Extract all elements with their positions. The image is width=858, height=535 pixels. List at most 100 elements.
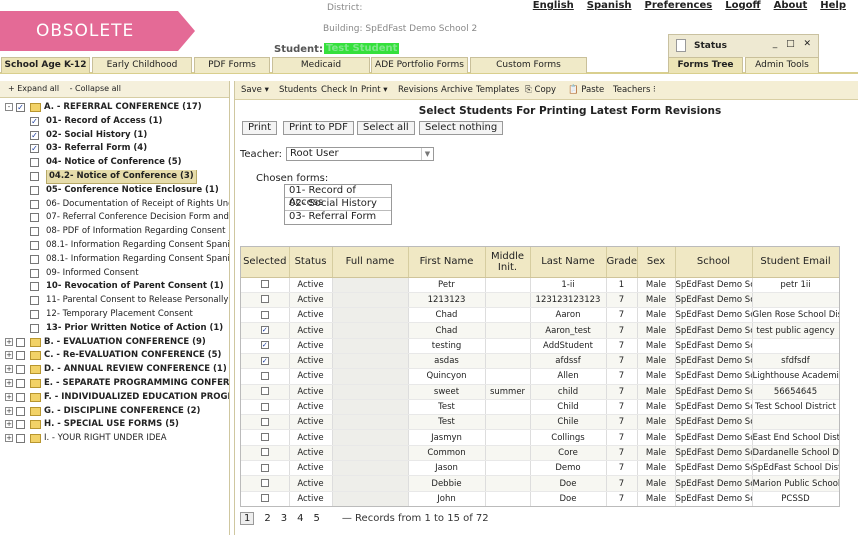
tree-form-node[interactable]: 13- Prior Written Notice of Action (1) [0,322,229,336]
page-link[interactable]: 2 [264,513,270,524]
tree-form-node[interactable]: 09- Informed Consent [0,267,229,281]
tree-node-label[interactable]: 04.2- Notice of Conference (3) [46,169,197,184]
tree-form-node[interactable]: 07- Referral Conference Decision Form an… [0,211,229,225]
link-about[interactable]: About [774,0,808,11]
tab-ade-portfolio[interactable]: ADE Portfolio Forms [371,57,468,73]
tree-checkbox[interactable] [16,406,25,416]
table-row[interactable]: Active John Doe7MaleSpEdFast Demo School 2… [241,491,839,506]
column-header[interactable]: Sex [637,247,676,278]
tree-node-label[interactable]: 01- Record of Access (1) [46,115,162,128]
column-header[interactable]: First Name [408,247,486,278]
column-header[interactable]: Selected [241,247,290,278]
tree-form-node[interactable]: 04.2- Notice of Conference (3) [0,169,229,184]
tree-checkbox[interactable] [30,171,39,181]
window-controls[interactable]: _ □ ✕ [773,39,814,49]
select-all-button[interactable]: Select all [357,121,415,135]
tree-node-label[interactable]: E. - SEPARATE PROGRAMMING CONFERENCE [44,377,229,390]
tree-checkbox[interactable] [16,378,25,388]
tree-checkbox[interactable] [30,185,39,195]
tree-checkbox[interactable]: ✓ [30,144,39,154]
collapse-all-button[interactable]: - Collapse all [70,84,121,93]
column-header[interactable]: Student Email [752,247,839,278]
tree-folder-node[interactable]: + H. - SPECIAL USE FORMS (5) [0,418,229,432]
tree-node-label[interactable]: 08.1- Information Regarding Consent Span… [46,239,229,252]
tree-checkbox[interactable] [30,158,39,168]
row-checkbox[interactable]: ✓ [260,326,269,335]
row-checkbox[interactable] [260,295,269,304]
tree-node-label[interactable]: F. - INDIVIDUALIZED EDUCATION PROGRAM [44,391,229,404]
tree-folder-node[interactable]: + I. - YOUR RIGHT UNDER IDEA [0,432,229,446]
tree-checkbox[interactable] [30,296,39,306]
page-link[interactable]: 3 [281,513,287,524]
expand-icon[interactable]: + [5,378,13,387]
page-link[interactable]: 1 [240,511,255,525]
tree-node-label[interactable]: 07- Referral Conference Decision Form an… [46,211,229,224]
table-row[interactable]: Active Petr 1-ii1MaleSpEdFast Demo School … [241,277,839,293]
page-link[interactable]: 5 [314,513,320,524]
tree-checkbox[interactable] [30,227,39,237]
column-header[interactable]: Last Name [530,247,607,278]
page-link[interactable]: 4 [297,513,303,524]
tree-checkbox[interactable] [30,309,39,319]
tree-node-label[interactable]: 05- Conference Notice Enclosure (1) [46,184,219,197]
tab-medicaid[interactable]: Medicaid [272,57,370,73]
tree-checkbox[interactable]: ✓ [30,116,39,126]
column-header[interactable]: Status [289,247,333,278]
tree-form-node[interactable]: 08.1- Information Regarding Consent Span… [0,239,229,253]
status-window[interactable]: Status _ □ ✕ [668,34,819,58]
tree-folder-node[interactable]: + E. - SEPARATE PROGRAMMING CONFERENCE [0,377,229,391]
students-button[interactable]: Students [279,85,317,95]
tree-form-node[interactable]: 05- Conference Notice Enclosure (1) [0,184,229,198]
tree-checkbox[interactable] [16,420,25,430]
expand-icon[interactable]: + [5,406,13,415]
row-checkbox[interactable] [260,402,269,411]
table-row[interactable]: Active sweet summer child 7 Male SpEdFast Demo… [241,384,839,400]
tree-node-label[interactable]: B. - EVALUATION CONFERENCE (9) [44,336,206,349]
column-header[interactable]: School [675,247,753,278]
tree-folder-node[interactable]: + F. - INDIVIDUALIZED EDUCATION PROGRAM [0,391,229,405]
tree-node-label[interactable]: 13- Prior Written Notice of Action (1) [46,322,223,335]
tree-checkbox[interactable] [30,282,39,292]
tree-node-label[interactable]: H. - SPECIAL USE FORMS (5) [44,418,179,431]
column-header[interactable]: Full name [332,247,409,278]
row-checkbox[interactable] [260,494,269,503]
tree-node-label[interactable]: A. - REFERRAL CONFERENCE (17) [44,101,202,114]
toolbar-overflow[interactable]: ⁝ [653,85,656,95]
tree-folder-node[interactable]: + C. - Re-EVALUATION CONFERENCE (5) [0,349,229,363]
link-spanish[interactable]: Spanish [587,0,632,11]
table-row[interactable]: Active Chad Aaron7MaleSpEdFast Demo School… [241,307,839,324]
templates-button[interactable]: Templates [476,85,519,95]
expand-icon[interactable]: + [5,420,13,429]
tree-node-label[interactable]: 08.1- Information Regarding Consent Span… [46,253,229,266]
tab-admin-tools[interactable]: Admin Tools [745,57,819,73]
teacher-select[interactable]: Root User ▼ [286,147,434,161]
row-checkbox[interactable]: ✓ [260,341,269,350]
column-header[interactable]: Grade [606,247,638,278]
row-checkbox[interactable] [260,433,269,442]
check-in-button[interactable]: Check In [321,85,358,95]
tree-folder-node[interactable]: + D. - ANNUAL REVIEW CONFERENCE (1) [0,363,229,377]
tab-custom-forms[interactable]: Custom Forms [470,57,587,73]
tree-checkbox[interactable] [16,351,25,361]
tree-checkbox[interactable]: ✓ [30,130,39,140]
tree-node-label[interactable]: 09- Informed Consent [46,267,139,280]
tree-form-node[interactable]: ✓ 01- Record of Access (1) [0,115,229,129]
table-row[interactable]: Active Quincyon Allen7MaleSpEdFast Demo Sc… [241,368,839,385]
table-row[interactable]: Active Debbie Doe7MaleSpEdFast Demo School… [241,475,839,492]
tree-folder-node[interactable]: + G. - DISCIPLINE CONFERENCE (2) [0,405,229,419]
tree-checkbox[interactable]: ✓ [16,103,25,112]
tree-node-label[interactable]: 03- Referral Form (4) [46,142,147,155]
tree-node-label[interactable]: I. - YOUR RIGHT UNDER IDEA [44,432,167,445]
tree-node-label[interactable]: D. - ANNUAL REVIEW CONFERENCE (1) [44,363,227,376]
tree-checkbox[interactable] [30,268,39,278]
table-row[interactable]: Active Test Child7MaleSpEdFast Demo School… [241,399,839,416]
row-checkbox[interactable] [260,417,269,426]
save-menu[interactable]: Save ▾ [241,85,269,95]
table-row[interactable]: ✓ Active testing AddStudent 7 Male SpEdFast De… [241,338,839,354]
tree-node-label[interactable]: C. - Re-EVALUATION CONFERENCE (5) [44,349,221,362]
tree-checkbox[interactable] [30,199,39,209]
expand-icon[interactable]: + [5,392,13,401]
table-row[interactable]: Active 1213123 123123123123 7 Male SpEdFast D… [241,292,839,309]
tab-pdf-forms[interactable]: PDF Forms [194,57,270,73]
copy-button[interactable]: ⎘ Copy [525,85,556,95]
